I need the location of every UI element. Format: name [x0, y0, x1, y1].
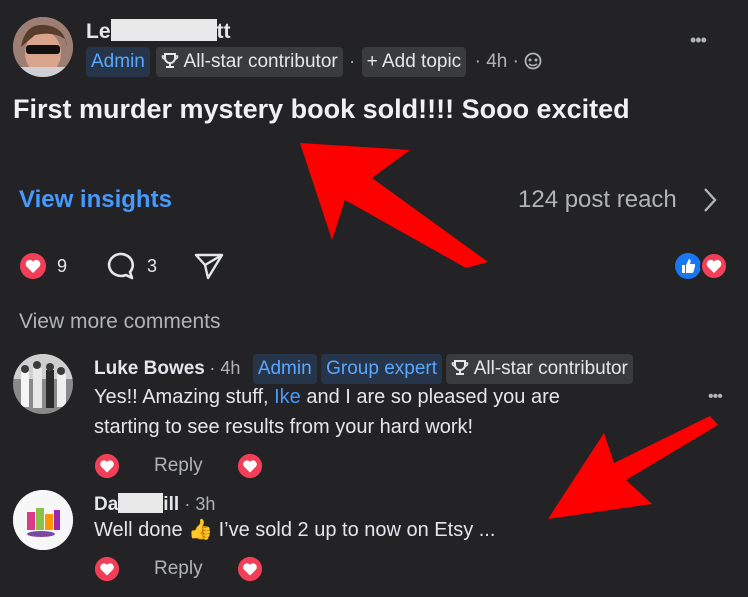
comment-1-text: Yes!! Amazing stuff, Ike and I are so pl…: [94, 382, 654, 442]
comment-2-time: · 3h: [184, 494, 216, 514]
admin-badge[interactable]: Admin: [86, 47, 150, 77]
allstar-badge[interactable]: All-star contributor: [156, 47, 343, 77]
post-meta-row: Admin All-star contributor · + Add topic…: [86, 47, 542, 77]
post-text: First murder mystery book sold!!!! Sooo …: [13, 94, 630, 124]
post-reach-text: 124 post reach: [518, 186, 677, 213]
post-author-avatar[interactable]: [13, 17, 73, 77]
redaction-bar: [110, 19, 217, 41]
meta-separator-2: ·: [474, 51, 481, 72]
post-time-label: 4h ·: [486, 51, 519, 72]
comment-1-avatar[interactable]: [13, 354, 73, 414]
comment-2-text-after: I’ve sold 2 up to now on Etsy ...: [213, 519, 496, 541]
comment-1-allstar-badge[interactable]: All-star contributor: [446, 354, 633, 384]
globe-privacy-icon: [524, 52, 542, 70]
comment-2-love-reaction-icon[interactable]: [94, 556, 120, 582]
comment-1-author[interactable]: Luke Bowes: [94, 358, 205, 379]
comment-1-menu-button[interactable]: •••: [708, 388, 723, 406]
comment-2-header: Da ill · 3h: [94, 490, 215, 518]
comment-1-text-before: Yes!! Amazing stuff,: [94, 386, 275, 408]
view-insights-link[interactable]: View insights: [19, 186, 172, 214]
comment-1-love-react-button-icon[interactable]: [237, 453, 263, 479]
products-photo-icon: [13, 490, 73, 550]
comment-2-author-prefix: Da: [94, 494, 119, 515]
comment-2-author-suffix: ill: [163, 494, 180, 515]
post-menu-button[interactable]: •••: [690, 30, 707, 51]
comment-2-text: Well done 👍 I’ve sold 2 up to now on Ets…: [94, 515, 495, 545]
mention-link[interactable]: Ike: [274, 386, 301, 408]
comment-1-header: Luke Bowes · 4h Admin Group expert All-s…: [94, 353, 633, 384]
comment-2-author[interactable]: Da ill: [94, 493, 184, 515]
trophy-icon: [452, 360, 469, 375]
author-name-suffix: tt: [216, 20, 231, 43]
post-time: · 4h ·: [475, 51, 525, 72]
comment-2-text-before: Well done: [94, 519, 189, 541]
reactions-count: 9: [57, 256, 68, 276]
comment-1-text-line2: starting to see results from your hard w…: [94, 416, 474, 438]
comment-1-text-after: and I are so pleased you are: [300, 386, 560, 408]
post-author-name[interactable]: Le tt: [86, 19, 231, 45]
allstar-badge-label: All-star contributor: [183, 51, 338, 72]
love-reaction-summary-icon[interactable]: [700, 252, 728, 280]
avatar-photo-icon: [13, 17, 73, 77]
arrow-pointing-post-icon: [300, 143, 488, 268]
add-topic-button[interactable]: + Add topic: [361, 47, 467, 77]
comment-1-time: · 4h: [209, 358, 241, 378]
comment-2-reply-button[interactable]: Reply: [154, 558, 203, 580]
group-photo-icon: [13, 354, 73, 414]
comment-1-allstar-label: All-star contributor: [473, 358, 628, 379]
redaction-bar: [118, 493, 164, 513]
comments-count: 3: [147, 256, 158, 276]
comment-2-love-react-button-icon[interactable]: [237, 556, 263, 582]
comment-1-love-reaction-icon[interactable]: [94, 453, 120, 479]
comment-1-group-expert-badge[interactable]: Group expert: [321, 354, 443, 384]
heart-reaction-icon[interactable]: [19, 252, 47, 280]
comment-bubble-icon[interactable]: [104, 250, 136, 282]
author-name-prefix: Le: [86, 20, 111, 43]
share-send-icon[interactable]: [193, 251, 225, 281]
thumbs-up-emoji: 👍: [188, 519, 214, 541]
chevron-right-icon[interactable]: [700, 186, 720, 214]
comment-1-reply-button[interactable]: Reply: [154, 455, 203, 477]
like-reaction-summary-icon[interactable]: [674, 252, 702, 280]
comment-2-avatar[interactable]: [13, 490, 73, 550]
comment-1-admin-badge[interactable]: Admin: [252, 354, 317, 384]
meta-separator: ·: [349, 51, 356, 71]
view-more-comments-link[interactable]: View more comments: [19, 310, 221, 334]
trophy-icon: [162, 53, 179, 68]
